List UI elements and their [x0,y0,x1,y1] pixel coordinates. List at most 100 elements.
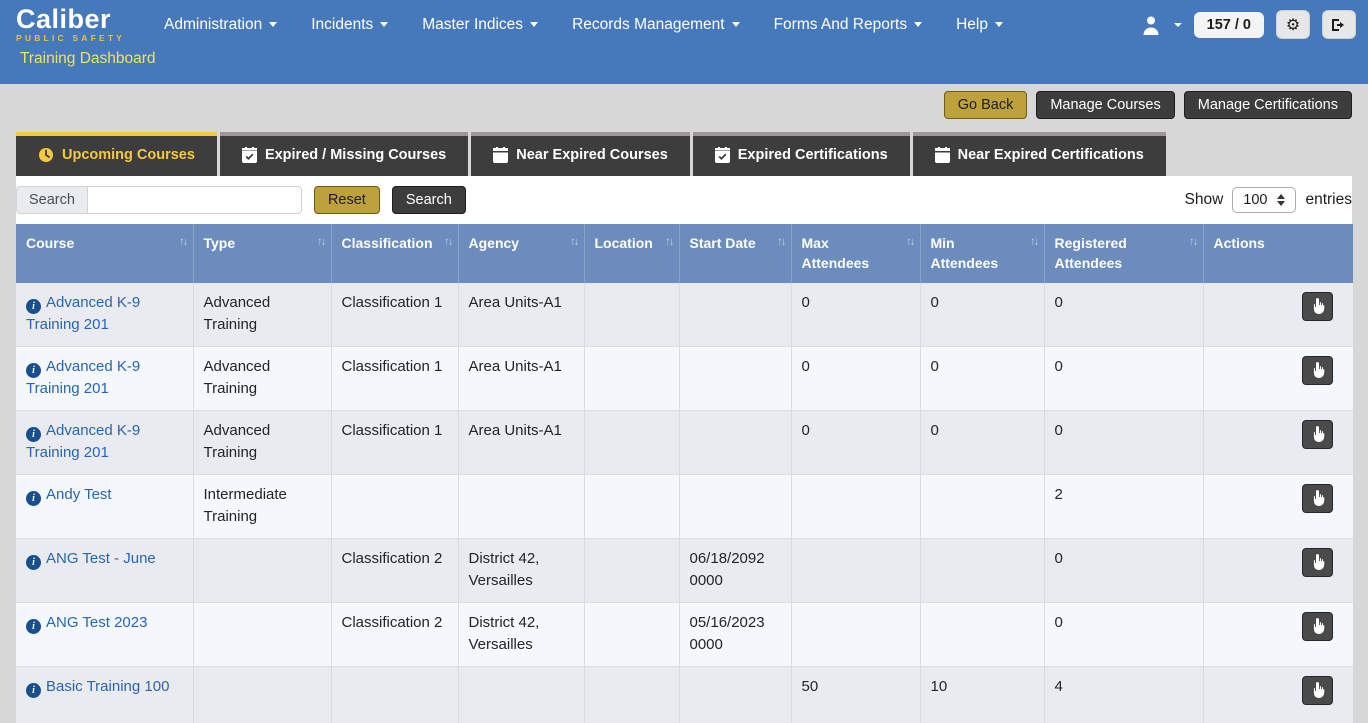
search-button[interactable]: Search [392,186,466,214]
start-date-cell: 05/16/2023 0000 [679,602,791,666]
logo-subtitle: PUBLIC SAFETY [16,33,134,43]
max-attendees-cell: 50 [791,666,920,723]
start-date-cell [679,410,791,474]
course-link[interactable]: Advanced K-9 Training 201 [26,294,140,334]
type-cell: Advanced Training [193,410,331,474]
tab-content-panel: Search Reset Search Show 100 entries [16,176,1352,723]
go-back-button[interactable]: Go Back [944,91,1028,119]
logo-title: Caliber [16,6,134,32]
agency-cell: District 42, Versailles [458,602,584,666]
menu-administration[interactable]: Administration [164,16,277,34]
column-header-min-attendees[interactable]: Min Attendees↑↓ [920,224,1044,283]
register-action-button[interactable] [1302,548,1333,577]
course-link[interactable]: Basic Training 100 [46,678,169,695]
table-row: iAdvanced K-9 Training 201 Advanced Trai… [16,410,1353,474]
registered-attendees-cell: 0 [1044,346,1203,410]
course-link[interactable]: ANG Test 2023 [46,614,147,631]
reset-button[interactable]: Reset [314,186,380,214]
caliber-logo[interactable]: Caliber PUBLIC SAFETY [16,6,134,43]
agency-cell: Area Units-A1 [458,410,584,474]
register-action-button[interactable] [1302,356,1333,385]
course-link[interactable]: Advanced K-9 Training 201 [26,358,140,398]
settings-button[interactable]: ⚙ [1276,10,1310,39]
info-icon[interactable]: i [26,299,41,314]
search-group: Search [16,186,302,214]
register-action-button[interactable] [1302,484,1333,513]
max-attendees-cell: 0 [791,346,920,410]
column-header-classification[interactable]: Classification↑↓ [331,224,458,283]
location-cell [584,474,679,538]
tab-expired-missing-courses[interactable]: Expired / Missing Courses [220,132,468,176]
hand-pointer-icon [1311,490,1325,506]
top-navigation-bar: Caliber PUBLIC SAFETY Administration Inc… [0,0,1368,84]
register-action-button[interactable] [1302,420,1333,449]
min-attendees-cell [920,474,1044,538]
info-icon[interactable]: i [26,683,41,698]
column-header-course[interactable]: Course↑↓ [16,224,193,283]
table-body: iAdvanced K-9 Training 201 Advanced Trai… [16,283,1353,723]
gear-icon: ⚙ [1286,15,1300,35]
sort-icon: ↑↓ [777,234,785,251]
location-cell [584,410,679,474]
column-header-registered-attendees[interactable]: Registered Attendees↑↓ [1044,224,1203,283]
course-link[interactable]: Andy Test [46,486,112,503]
manage-courses-button[interactable]: Manage Courses [1036,91,1174,119]
column-header-start-date[interactable]: Start Date↑↓ [679,224,791,283]
info-icon[interactable]: i [26,427,41,442]
notification-count-badge[interactable]: 157 / 0 [1194,12,1264,38]
start-date-cell [679,666,791,723]
column-header-type[interactable]: Type↑↓ [193,224,331,283]
classification-cell: Classification 2 [331,538,458,602]
tab-upcoming-courses[interactable]: Upcoming Courses [16,132,217,176]
logout-button[interactable] [1322,10,1356,39]
agency-cell [458,474,584,538]
user-icon[interactable] [1140,14,1162,36]
hand-pointer-icon [1311,362,1325,378]
classification-cell: Classification 1 [331,283,458,347]
registered-attendees-cell: 0 [1044,538,1203,602]
column-label: Type [204,235,236,251]
classification-cell [331,474,458,538]
menu-records-management[interactable]: Records Management [572,16,740,34]
menu-label: Records Management [572,16,725,34]
course-link[interactable]: ANG Test - June [46,550,156,567]
search-input[interactable] [87,186,302,214]
course-link[interactable]: Advanced K-9 Training 201 [26,422,140,462]
tab-near-expired-certifications[interactable]: Near Expired Certifications [913,132,1166,176]
register-action-button[interactable] [1302,612,1333,641]
register-action-button[interactable] [1302,292,1333,321]
column-header-max-attendees[interactable]: Max Attendees↑↓ [791,224,920,283]
info-icon[interactable]: i [26,619,41,634]
menu-help[interactable]: Help [956,16,1003,34]
registered-attendees-cell: 0 [1044,283,1203,347]
actions-cell [1203,602,1353,666]
user-menu-chevron-icon[interactable] [1174,23,1182,27]
menu-forms-and-reports[interactable]: Forms And Reports [774,16,923,34]
info-icon[interactable]: i [26,491,41,506]
tab-expired-certifications[interactable]: Expired Certifications [693,132,910,176]
menu-label: Incidents [311,16,373,34]
menu-label: Administration [164,16,262,34]
max-attendees-cell [791,538,920,602]
calendar-check-icon [242,147,257,163]
info-icon[interactable]: i [26,555,41,570]
menu-master-indices[interactable]: Master Indices [422,16,538,34]
page-size-select[interactable]: 100 [1232,187,1296,213]
menu-incidents[interactable]: Incidents [311,16,388,34]
sort-icon: ↑↓ [665,234,673,251]
column-header-agency[interactable]: Agency↑↓ [458,224,584,283]
hand-pointer-icon [1311,554,1325,570]
tab-near-expired-courses[interactable]: Near Expired Courses [471,132,690,176]
manage-certifications-button[interactable]: Manage Certifications [1184,91,1352,119]
min-attendees-cell: 0 [920,346,1044,410]
register-action-button[interactable] [1302,676,1333,705]
search-label: Search [16,186,87,214]
column-label: Min Attendees [931,235,999,271]
calendar-icon [935,147,950,163]
info-icon[interactable]: i [26,363,41,378]
column-header-location[interactable]: Location↑↓ [584,224,679,283]
column-header-actions: Actions [1203,224,1353,283]
chevron-down-icon [530,22,538,27]
max-attendees-cell: 0 [791,283,920,347]
column-label: Max Attendees [802,235,870,271]
